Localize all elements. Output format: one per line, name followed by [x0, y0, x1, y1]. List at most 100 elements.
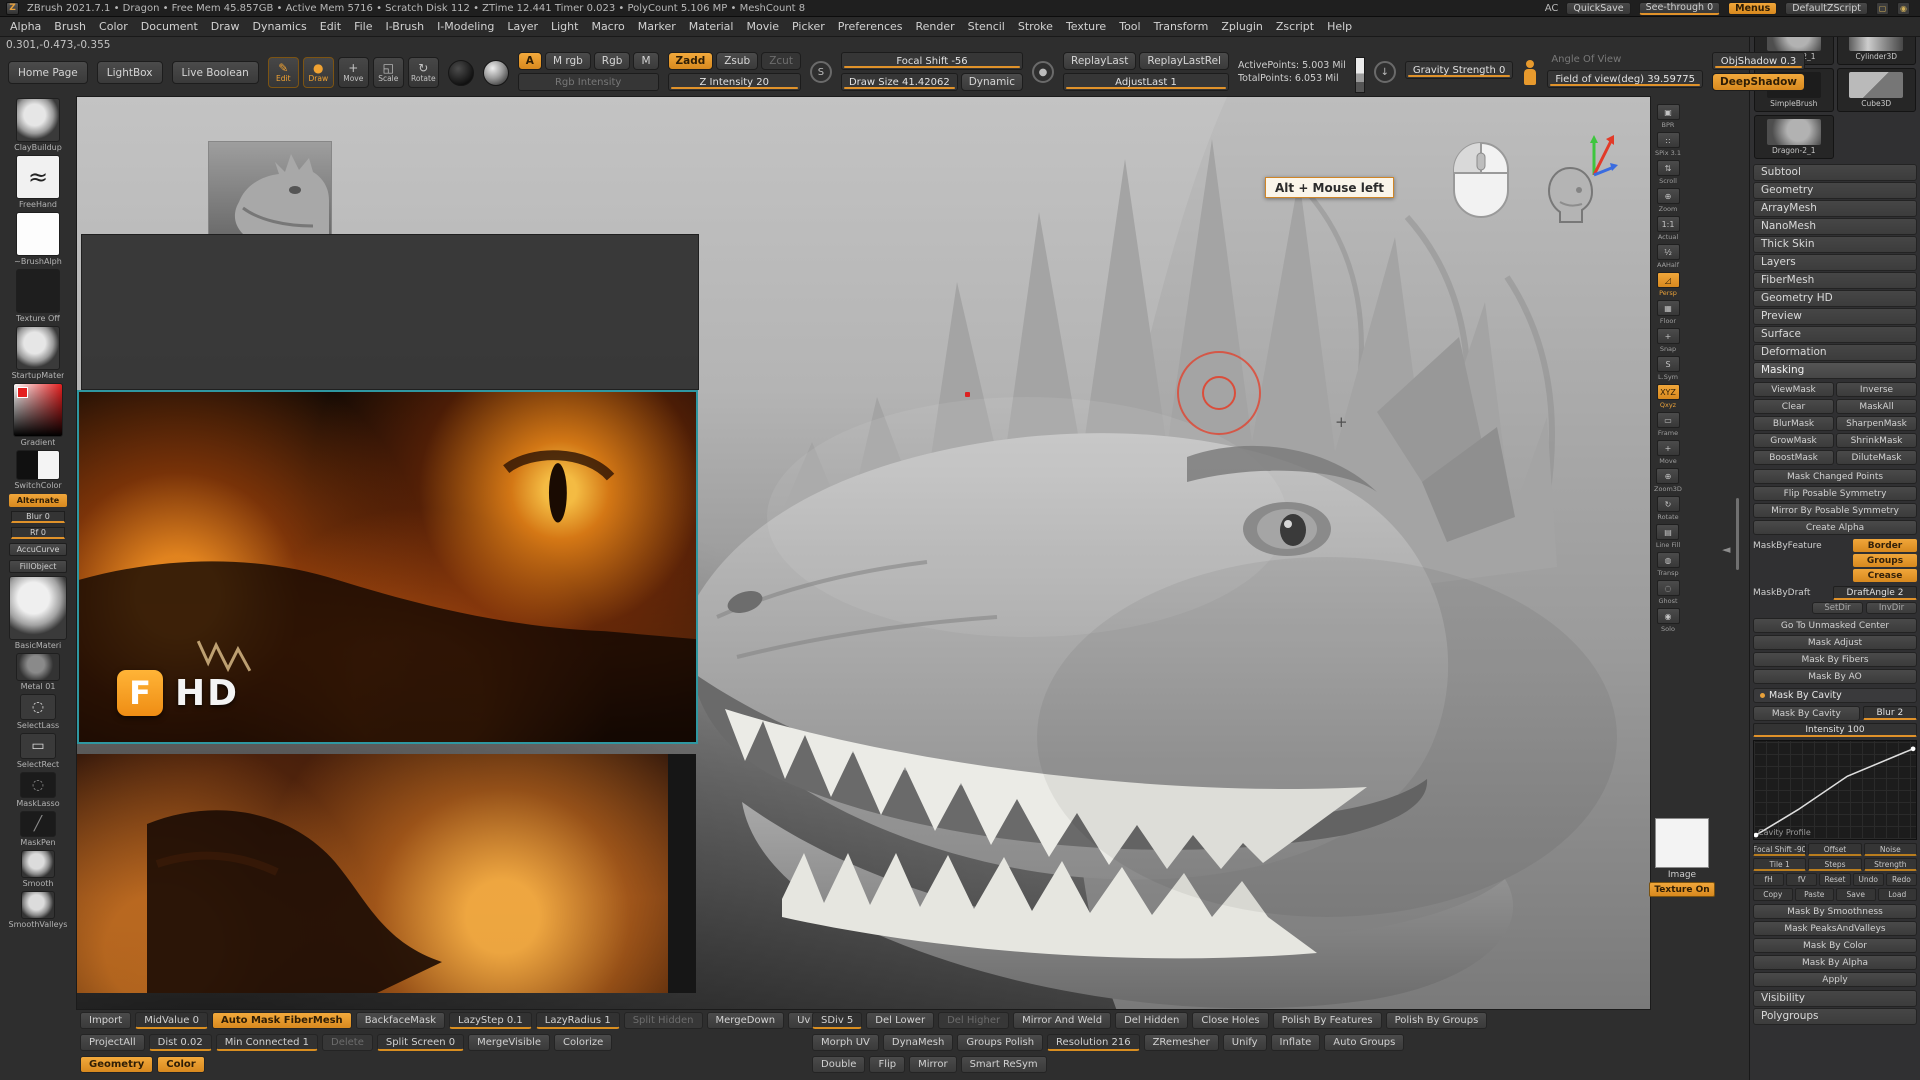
menu-item[interactable]: Material — [689, 20, 734, 33]
menu-item[interactable]: Picker — [792, 20, 825, 33]
window-icon-a[interactable]: ▢ — [1876, 2, 1889, 15]
masking-button[interactable]: MaskAll — [1836, 399, 1917, 414]
curve-mini-button[interactable]: Paste — [1795, 888, 1835, 901]
menu-item[interactable]: Color — [99, 20, 128, 33]
bottom-button[interactable]: Morph UV — [812, 1034, 879, 1051]
palette-section-header[interactable]: Subtool — [1753, 164, 1917, 181]
palette-section-header[interactable]: NanoMesh — [1753, 218, 1917, 235]
right-shelf-button[interactable]: ◉ Solo — [1657, 608, 1680, 633]
window-icon-b[interactable]: ◉ — [1897, 2, 1910, 15]
shelf-item-thumb[interactable] — [13, 383, 63, 437]
curve-mini-slider[interactable]: Strength — [1864, 858, 1917, 871]
right-shelf-button[interactable]: ↻ Rotate — [1657, 496, 1680, 521]
menu-item[interactable]: Zplugin — [1221, 20, 1263, 33]
menu-item[interactable]: Edit — [320, 20, 341, 33]
right-shelf-button[interactable]: ◍ Transp — [1657, 552, 1680, 577]
bottom-button[interactable]: Flip — [869, 1056, 905, 1073]
adjust-last-slider[interactable]: AdjustLast 1 — [1063, 73, 1229, 91]
feature-button[interactable]: Border — [1853, 539, 1917, 552]
masking-button[interactable]: Mirror By Posable Symmetry — [1753, 503, 1917, 518]
palette-section-header[interactable]: Preview — [1753, 308, 1917, 325]
menu-item[interactable]: Layer — [507, 20, 538, 33]
bottom-button[interactable]: MergeVisible — [468, 1034, 550, 1051]
focal-shift-slider[interactable]: Focal Shift -56 — [841, 52, 1023, 70]
masking-button[interactable]: Clear — [1753, 399, 1834, 414]
dynamic-button[interactable]: Dynamic — [961, 73, 1023, 91]
shelf-item[interactable]: SmoothValleys — [2, 891, 74, 929]
shelf-item[interactable]: BasicMateri — [2, 576, 74, 650]
menu-item[interactable]: File — [354, 20, 372, 33]
replay-last-rel-button[interactable]: ReplayLastRel — [1139, 52, 1229, 70]
draft-angle-slider[interactable]: DraftAngle 2 — [1833, 586, 1917, 600]
current-color-swatch[interactable] — [448, 60, 474, 86]
tool-thumbnail[interactable]: Dragon-2_1 — [1754, 115, 1834, 159]
bottom-button[interactable]: Split Screen 0 — [377, 1034, 464, 1051]
shelf-item-thumb[interactable] — [16, 450, 60, 480]
shelf-item-thumb[interactable] — [16, 269, 60, 313]
menu-item[interactable]: Alpha — [10, 20, 41, 33]
masking-button[interactable]: DiluteMask — [1836, 450, 1917, 465]
scale-button[interactable]: ◱Scale — [373, 57, 404, 88]
menu-item[interactable]: Draw — [211, 20, 240, 33]
bottom-button[interactable]: DynaMesh — [883, 1034, 953, 1051]
curve-mini-slider[interactable]: Noise — [1864, 843, 1917, 856]
shelf-item-thumb[interactable]: ◌ — [20, 694, 56, 720]
palette-section-header[interactable]: FiberMesh — [1753, 272, 1917, 289]
curve-mini-button[interactable]: fH — [1753, 873, 1784, 886]
right-shelf-button[interactable]: XYZ Qxyz — [1657, 384, 1680, 409]
palette-section-header[interactable]: Surface — [1753, 326, 1917, 343]
bottom-button[interactable]: LazyStep 0.1 — [449, 1012, 532, 1029]
menu-item[interactable]: Transform — [1154, 20, 1209, 33]
shelf-item-thumb[interactable] — [16, 98, 60, 142]
see-through-slider[interactable]: See-through 0 — [1639, 2, 1721, 15]
shelf-item-thumb[interactable]: ◌ — [20, 772, 56, 798]
menu-item[interactable]: Document — [141, 20, 198, 33]
shelf-item[interactable]: Gradient — [2, 383, 74, 447]
shelf-item[interactable]: ClayBuildup — [2, 98, 74, 152]
right-shelf-button[interactable]: ⊕ Zoom — [1657, 188, 1680, 213]
masking-button[interactable]: ShrinkMask — [1836, 433, 1917, 448]
shelf-item[interactable]: ≈ FreeHand — [2, 155, 74, 209]
draft-direction-button[interactable]: SetDir — [1812, 602, 1863, 614]
shelf-item[interactable]: AccuCurve — [2, 542, 74, 556]
menu-item[interactable]: Macro — [591, 20, 624, 33]
masking-button[interactable]: Mask By Alpha — [1753, 955, 1917, 970]
bottom-button[interactable]: Dist 0.02 — [149, 1034, 212, 1051]
masking-button[interactable]: BlurMask — [1753, 416, 1834, 431]
menu-item[interactable]: I-Brush — [385, 20, 424, 33]
bottom-button[interactable]: Auto Groups — [1324, 1034, 1404, 1051]
bottom-button[interactable]: Import — [80, 1012, 131, 1029]
bottom-button[interactable]: SDiv 5 — [812, 1012, 862, 1029]
menu-item[interactable]: Dynamics — [253, 20, 307, 33]
masking-button[interactable]: Mask By AO — [1753, 669, 1917, 684]
right-shelf-button[interactable]: S L.Sym — [1657, 356, 1680, 381]
masking-button[interactable]: Go To Unmasked Center — [1753, 618, 1917, 633]
texture-image-thumbnail[interactable] — [1655, 818, 1709, 868]
deep-shadow-button[interactable]: DeepShadow — [1712, 73, 1805, 91]
menu-item[interactable]: Preferences — [838, 20, 903, 33]
shelf-item[interactable]: Rf 0 — [2, 526, 74, 539]
sculpt-canvas[interactable]: F HD Alt + Mouse left — [76, 96, 1651, 1010]
panel-collapse-icon[interactable]: ◄ — [1722, 543, 1730, 556]
menu-item[interactable]: Movie — [746, 20, 779, 33]
shelf-item[interactable]: Alternate — [2, 493, 74, 507]
menu-item[interactable]: Render — [916, 20, 955, 33]
mrgb-button[interactable]: M rgb — [545, 52, 591, 70]
tool-thumbnail[interactable]: Cube3D — [1837, 68, 1917, 112]
menu-item[interactable]: Help — [1327, 20, 1352, 33]
bottom-button[interactable]: Smart ReSym — [961, 1056, 1047, 1073]
bottom-button[interactable]: Geometry — [80, 1056, 153, 1073]
zsub-button[interactable]: Zsub — [716, 52, 758, 70]
curve-mini-button[interactable]: Load — [1878, 888, 1918, 901]
palette-section-header[interactable]: Polygroups — [1753, 1008, 1917, 1025]
masking-button[interactable]: Mask By Smoothness — [1753, 904, 1917, 919]
reference-image-dragon-closeup[interactable]: F HD — [77, 390, 698, 744]
shelf-item[interactable]: Metal 01 — [2, 653, 74, 691]
masking-button[interactable]: Flip Posable Symmetry — [1753, 486, 1917, 501]
shelf-item-thumb[interactable]: ≈ — [16, 155, 60, 199]
menu-item[interactable]: Zscript — [1276, 20, 1314, 33]
current-material-sphere[interactable] — [483, 60, 509, 86]
zcut-button[interactable]: Zcut — [761, 52, 801, 70]
bottom-button[interactable]: Inflate — [1271, 1034, 1321, 1051]
right-shelf-button[interactable]: ▣ BPR — [1657, 104, 1680, 129]
